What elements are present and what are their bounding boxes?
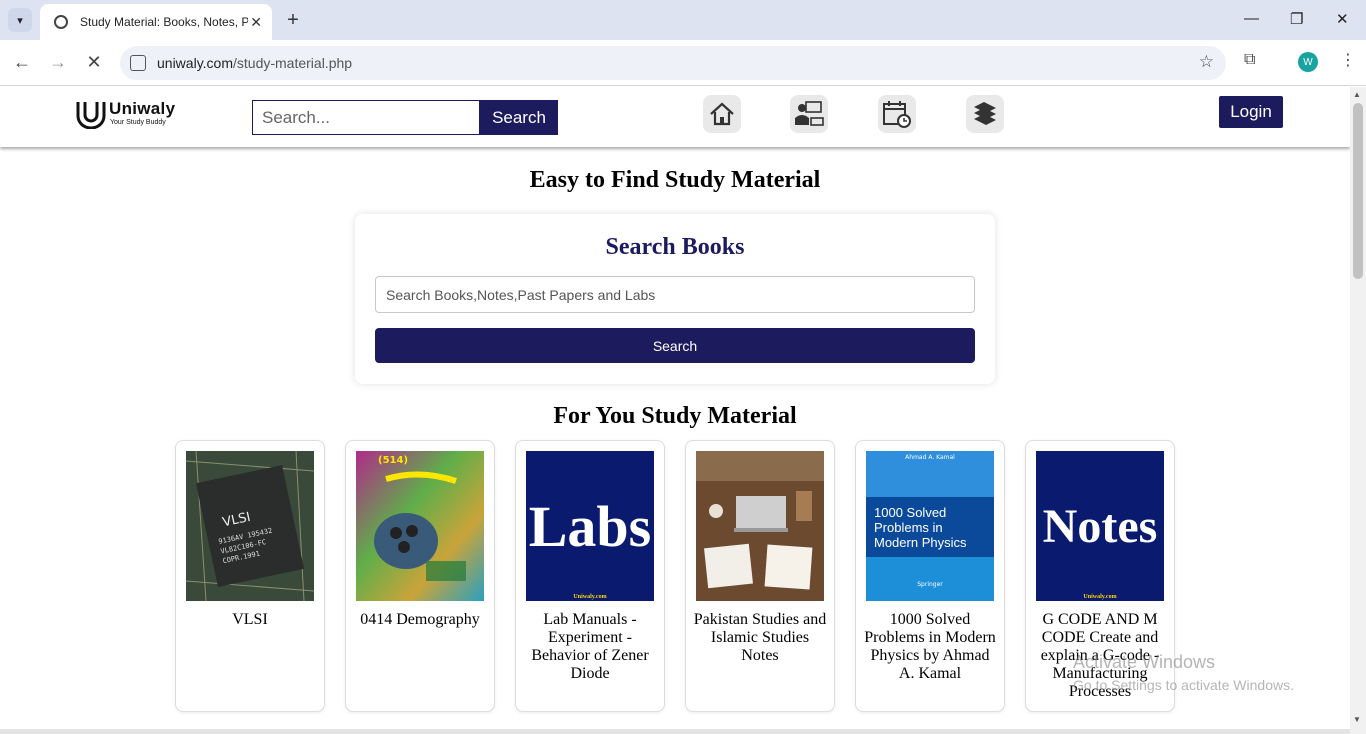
labs-cover-text: Labs bbox=[528, 493, 652, 559]
address-bar[interactable]: uniwaly.com/study-material.php ☆ bbox=[120, 46, 1226, 80]
book-title-line: Modern Physics bbox=[874, 535, 967, 550]
logo-tagline: Your Study Buddy bbox=[110, 119, 166, 126]
cover-watermark: Uniwaly.com bbox=[1083, 594, 1117, 600]
logo-name: Uniwaly bbox=[109, 99, 176, 118]
horizontal-scrollbar[interactable] bbox=[0, 729, 1350, 734]
browser-menu-icon[interactable]: ⋮ bbox=[1340, 50, 1356, 70]
material-card-pakistan-studies[interactable]: Pakistan Studies and Islamic Studies Not… bbox=[685, 440, 835, 712]
tab-close-icon[interactable]: ✕ bbox=[250, 14, 262, 31]
web-page: Uniwaly Your Study Buddy Search... Searc… bbox=[0, 87, 1350, 734]
material-title[interactable]: 1000 Solved Problems in Modern Physics b… bbox=[862, 611, 998, 683]
search-books-title: Search Books bbox=[605, 234, 745, 260]
back-icon[interactable]: ← bbox=[11, 52, 33, 73]
tab-title: Study Material: Books, Notes, P bbox=[80, 15, 248, 29]
notes-cover-text: Notes bbox=[1042, 499, 1158, 553]
material-title[interactable]: 0414 Demography bbox=[352, 611, 488, 629]
window-close-icon[interactable]: ✕ bbox=[1336, 10, 1349, 28]
demography-cover-image[interactable]: (514) bbox=[356, 451, 484, 601]
site-info-icon[interactable] bbox=[130, 55, 146, 71]
forward-icon[interactable]: → bbox=[47, 52, 69, 73]
material-title[interactable]: Pakistan Studies and Islamic Studies Not… bbox=[692, 611, 828, 665]
scrollbar-thumb[interactable] bbox=[1353, 103, 1363, 279]
header-search-button[interactable]: Search bbox=[480, 100, 558, 135]
search-books-button[interactable]: Search bbox=[375, 328, 975, 363]
scroll-down-icon[interactable]: ▼ bbox=[1353, 715, 1361, 724]
book-title-line: Problems in bbox=[874, 520, 943, 535]
teacher-icon[interactable] bbox=[790, 95, 828, 133]
header-search-input[interactable]: Search... bbox=[252, 100, 480, 135]
site-header: Uniwaly Your Study Buddy Search... Searc… bbox=[0, 87, 1350, 147]
search-books-input[interactable]: Search Books,Notes,Past Papers and Labs bbox=[375, 276, 975, 313]
svg-text:(514): (514) bbox=[378, 455, 408, 466]
restore-icon[interactable]: ❐ bbox=[1290, 10, 1303, 28]
home-icon[interactable] bbox=[703, 95, 741, 133]
study-desk-image[interactable] bbox=[696, 451, 824, 601]
scroll-up-icon[interactable]: ▲ bbox=[1353, 90, 1361, 99]
material-card-demography[interactable]: (514) 0414 Demography bbox=[345, 440, 495, 712]
tab-search-icon[interactable]: ▾ bbox=[8, 8, 32, 32]
new-tab-icon[interactable]: + bbox=[283, 9, 303, 32]
profile-avatar[interactable]: W bbox=[1298, 52, 1318, 72]
site-logo[interactable]: Uniwaly Your Study Buddy bbox=[75, 97, 185, 131]
books-icon[interactable] bbox=[966, 95, 1004, 133]
page-scrollbar[interactable]: ▲ ▼ bbox=[1350, 87, 1366, 734]
cover-watermark: Uniwaly.com bbox=[573, 594, 607, 600]
browser-tab[interactable]: Study Material: Books, Notes, P ✕ bbox=[40, 4, 272, 40]
material-card-lab-manual[interactable]: Labs Uniwaly.com Lab Manuals - Experimen… bbox=[515, 440, 665, 712]
book-title-line: 1000 Solved bbox=[874, 505, 947, 520]
activate-windows-subtitle: Go to Settings to activate Windows. bbox=[1073, 677, 1294, 693]
browser-toolbar: ← → ✕ uniwaly.com/study-material.php ☆ ⧉… bbox=[0, 40, 1366, 86]
stop-loading-icon[interactable]: ✕ bbox=[83, 52, 105, 73]
book-author: Ahmad A. Kamal bbox=[905, 454, 955, 461]
activate-windows-title: Activate Windows bbox=[1073, 652, 1216, 672]
extensions-icon[interactable]: ⧉ bbox=[1244, 51, 1255, 69]
tab-loading-icon bbox=[54, 15, 68, 29]
browser-tab-bar: ▾ Study Material: Books, Notes, P ✕ + — … bbox=[0, 0, 1366, 40]
vlsi-chip-image[interactable]: VLSI 9136AV 195432 VL82C106-FC COPR.1991 bbox=[186, 451, 314, 601]
book-publisher: Springer bbox=[917, 581, 943, 588]
search-books-card: Search Books Search Books,Notes,Past Pap… bbox=[355, 214, 995, 384]
labs-cover-image[interactable]: Labs Uniwaly.com bbox=[526, 451, 654, 601]
page-heading: Easy to Find Study Material bbox=[529, 167, 821, 193]
material-card-vlsi[interactable]: VLSI 9136AV 195432 VL82C106-FC COPR.1991… bbox=[175, 440, 325, 712]
url-text: uniwaly.com/study-material.php bbox=[157, 55, 353, 71]
bookmark-star-icon[interactable]: ☆ bbox=[1199, 52, 1214, 72]
material-title[interactable]: VLSI bbox=[182, 611, 318, 629]
uniwaly-logo-icon bbox=[76, 102, 106, 129]
material-title[interactable]: Lab Manuals - Experiment - Behavior of Z… bbox=[522, 611, 658, 683]
notes-cover-image[interactable]: Notes Uniwaly.com bbox=[1036, 451, 1164, 601]
minimize-icon[interactable]: — bbox=[1244, 10, 1259, 27]
login-button[interactable]: Login bbox=[1219, 96, 1283, 128]
material-card-modern-physics[interactable]: Ahmad A. Kamal 1000 Solved Problems in M… bbox=[855, 440, 1005, 712]
schedule-icon[interactable] bbox=[878, 95, 916, 133]
for-you-heading: For You Study Material bbox=[553, 403, 797, 429]
physics-book-cover[interactable]: Ahmad A. Kamal 1000 Solved Problems in M… bbox=[866, 451, 994, 601]
